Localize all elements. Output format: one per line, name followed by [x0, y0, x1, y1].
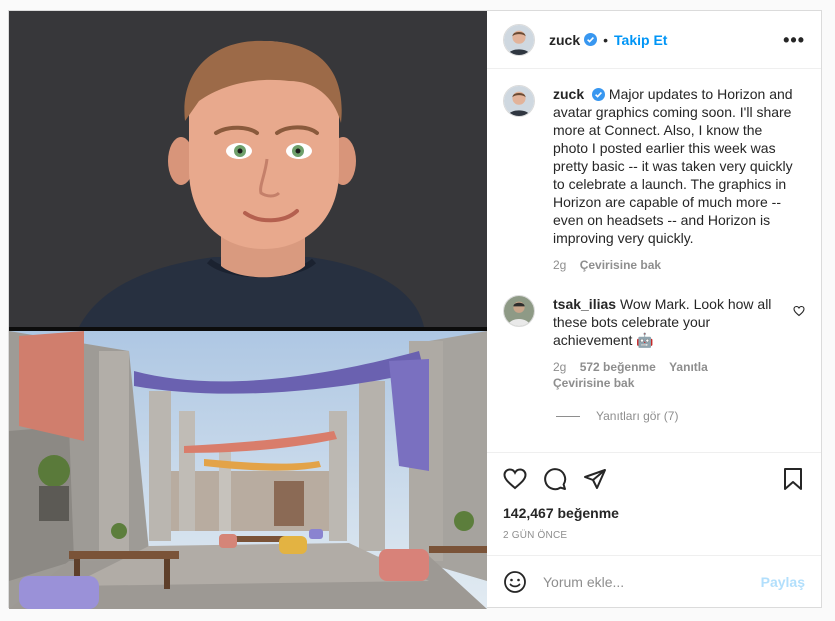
avatar[interactable]	[503, 295, 535, 327]
translate-link[interactable]: Çevirisine bak	[580, 258, 661, 272]
caption-meta: 2g Çevirisine bak	[553, 257, 795, 273]
smiley-icon[interactable]	[503, 570, 527, 594]
verified-badge-icon	[592, 87, 606, 101]
follow-button[interactable]: Takip Et	[614, 32, 667, 48]
like-count[interactable]: 142,467 beğenme	[503, 505, 805, 521]
post-time[interactable]: 2 GÜN ÖNCE	[503, 530, 805, 555]
add-comment-bar: Paylaş	[487, 555, 821, 607]
comment-bubble-icon[interactable]	[543, 467, 567, 491]
comment-item: tsak_ilias Wow Mark. Look how all these …	[503, 295, 805, 391]
caption: zuck Major updates to Horizon and avatar…	[503, 85, 805, 273]
comment-time[interactable]: 2g	[553, 360, 566, 374]
caption-time[interactable]: 2g	[553, 258, 566, 272]
actions-area: 142,467 beğenme 2 GÜN ÖNCE	[487, 452, 821, 555]
bookmark-icon[interactable]	[781, 467, 805, 491]
view-replies-button[interactable]: Yanıtları gör (7)	[556, 409, 805, 423]
comment-meta: 2g 572 beğenme Yanıtla Çevirisine bak	[553, 359, 783, 391]
post-header: zuck • Takip Et •••	[487, 11, 821, 69]
post-card: zuck • Takip Et ••• zuck Major updates t…	[8, 10, 822, 609]
caption-text: Major updates to Horizon and avatar grap…	[553, 86, 793, 246]
comment-input[interactable]	[543, 573, 751, 590]
paper-plane-icon[interactable]	[583, 467, 607, 491]
avatar-render-panel	[9, 11, 487, 327]
replies-divider	[556, 415, 580, 417]
horizon-scene-panel	[9, 331, 487, 609]
heart-icon[interactable]	[503, 467, 527, 491]
avatar[interactable]	[503, 85, 535, 117]
action-bar	[503, 453, 805, 505]
post-sidebar: zuck • Takip Et ••• zuck Major updates t…	[487, 11, 821, 607]
comment-username[interactable]: tsak_ilias	[553, 296, 616, 312]
comments-list: zuck Major updates to Horizon and avatar…	[487, 69, 821, 452]
reply-button[interactable]: Yanıtla	[669, 360, 708, 374]
header-username[interactable]: zuck	[549, 32, 580, 48]
post-comment-button[interactable]: Paylaş	[761, 574, 805, 590]
comment-heart-icon[interactable]	[793, 305, 805, 317]
translate-link[interactable]: Çevirisine bak	[553, 375, 783, 391]
separator-dot: •	[603, 31, 609, 48]
comment-likes[interactable]: 572 beğenme	[580, 360, 656, 374]
view-replies-label: Yanıtları gör (7)	[596, 409, 679, 423]
post-image[interactable]	[9, 11, 487, 609]
verified-badge-icon	[584, 33, 598, 46]
caption-username[interactable]: zuck	[553, 86, 584, 102]
more-options-icon[interactable]: •••	[783, 31, 805, 49]
avatar[interactable]	[503, 23, 535, 56]
